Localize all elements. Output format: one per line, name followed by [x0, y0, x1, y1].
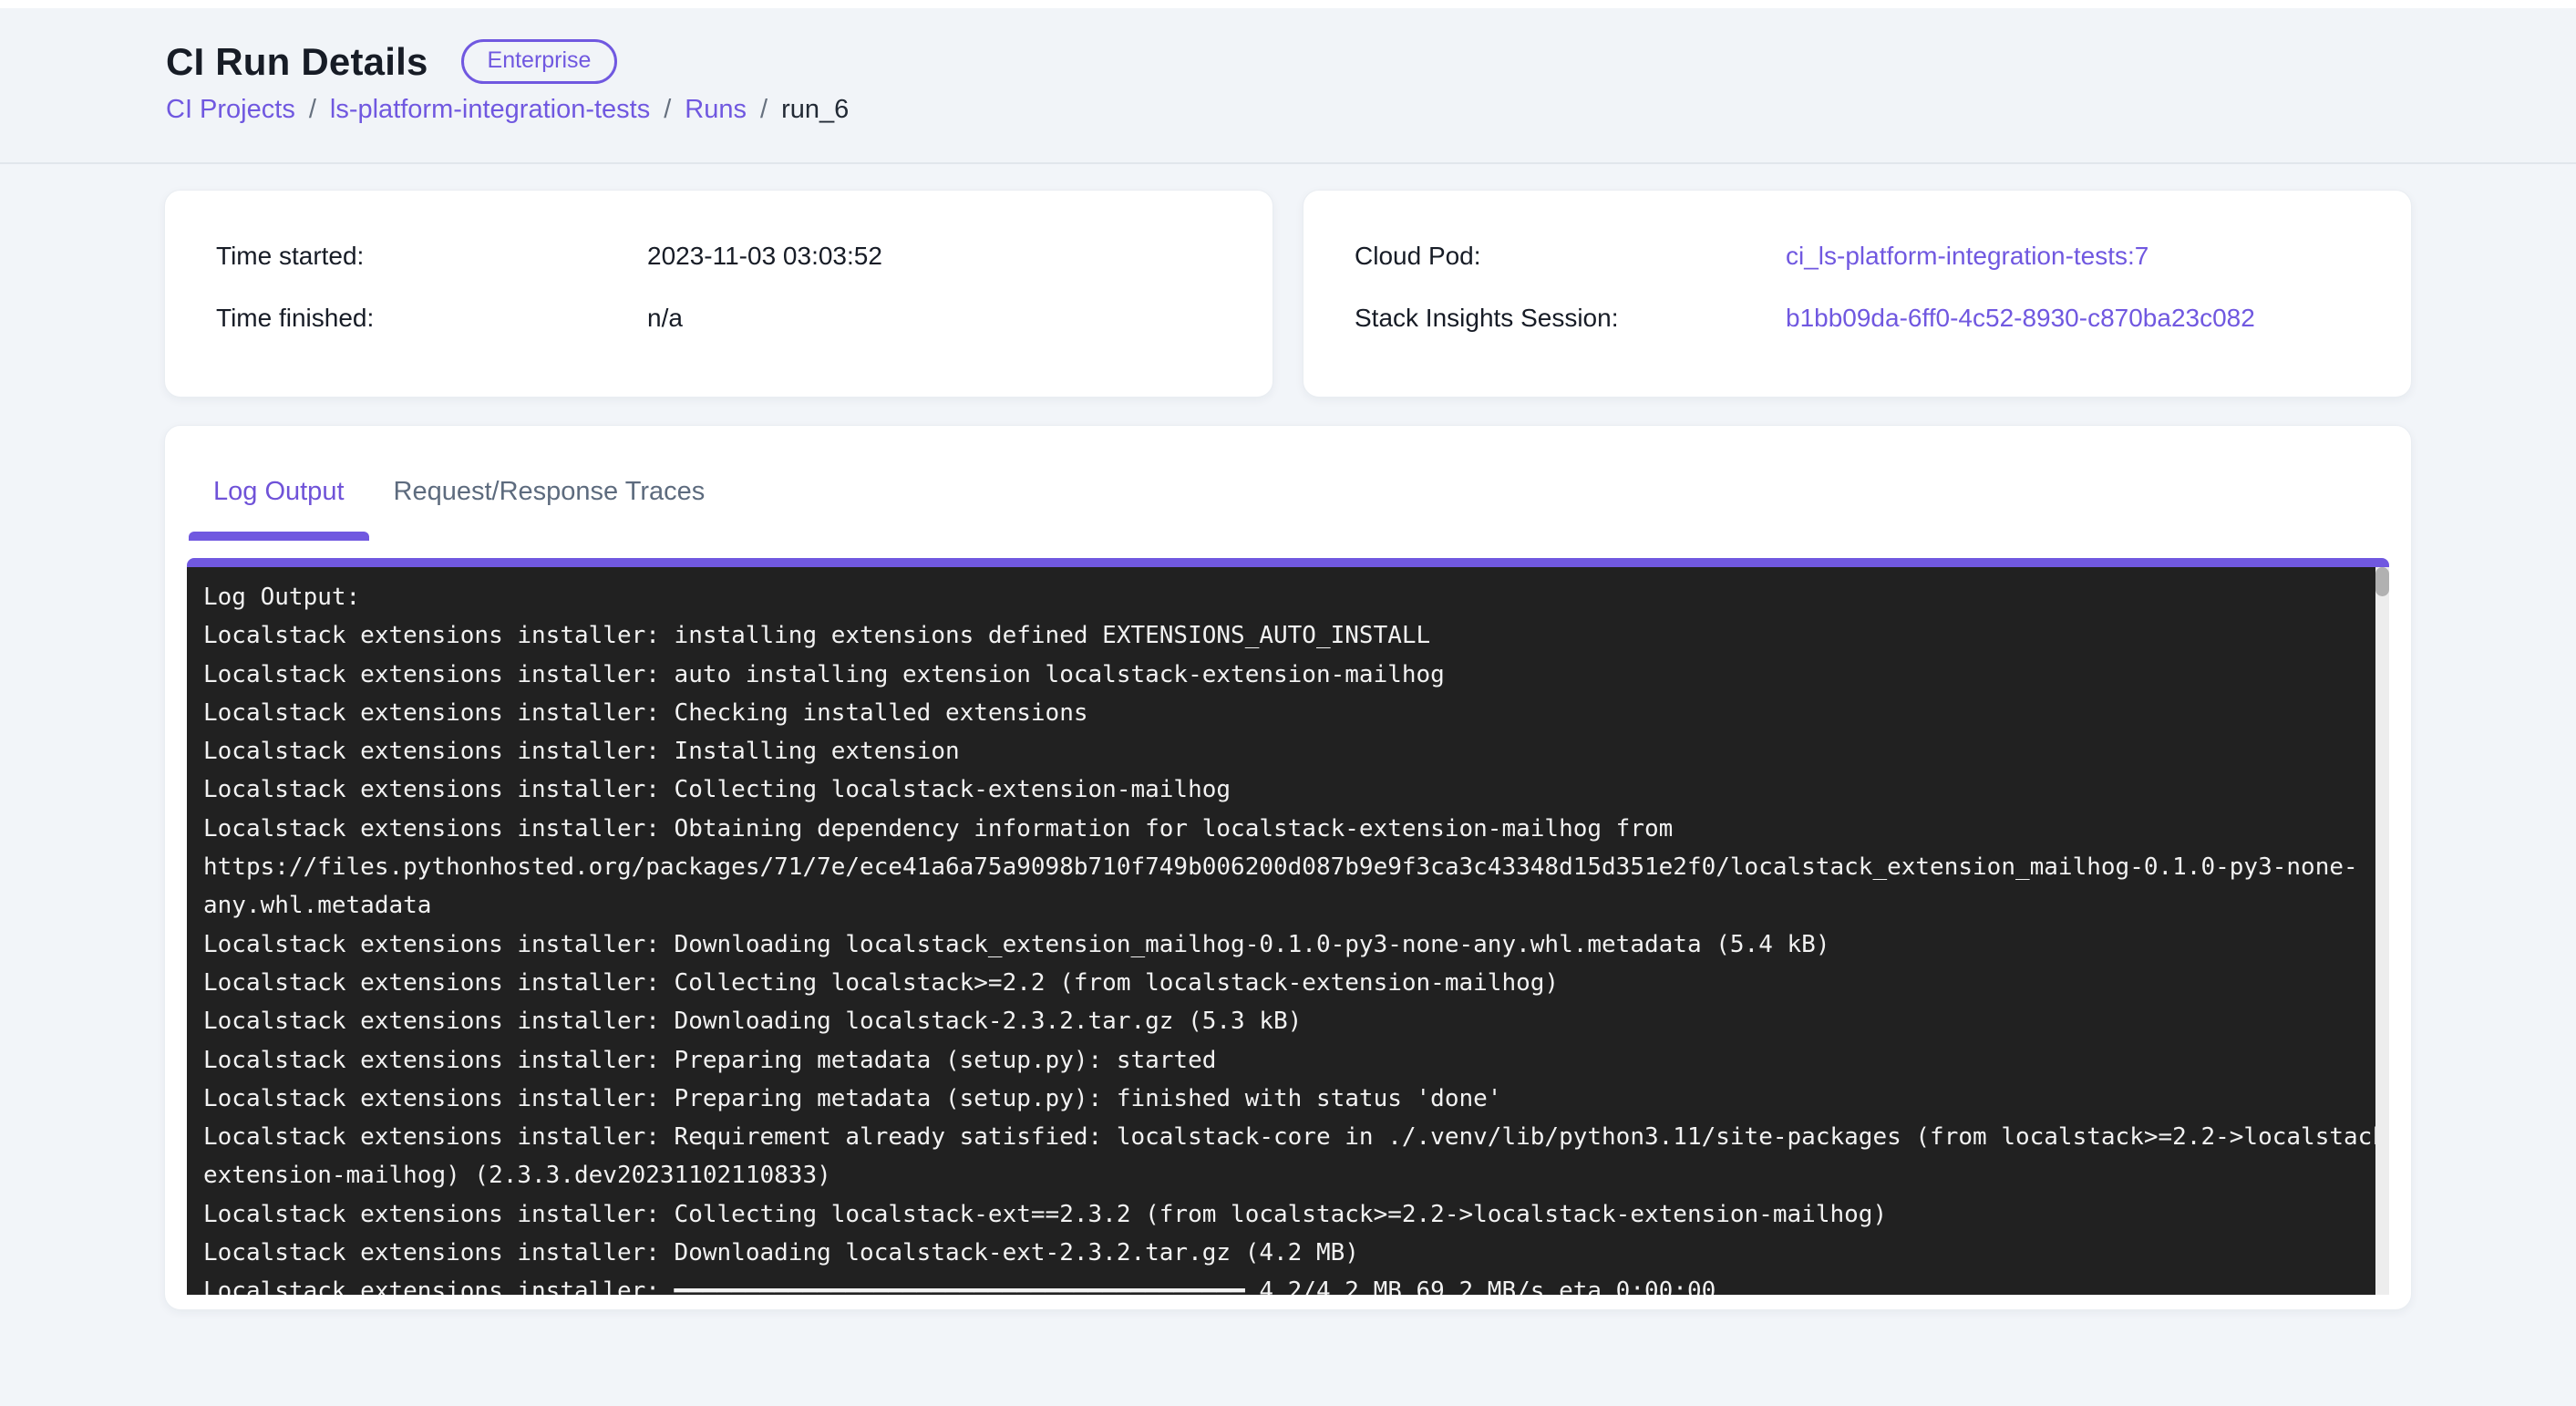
stack-insights-link[interactable]: b1bb09da-6ff0-4c52-8930-c870ba23c082: [1786, 300, 2255, 336]
log-line: Localstack extensions installer: Collect…: [203, 1195, 2359, 1234]
time-started-label: Time started:: [216, 238, 647, 274]
log-scrollbar-thumb[interactable]: [2375, 567, 2389, 596]
log-line: Localstack extensions installer: Prepari…: [203, 1041, 2359, 1080]
log-line: Localstack extensions installer: Downloa…: [203, 1002, 2359, 1040]
log-card: Log Output Request/Response Traces Log O…: [164, 425, 2412, 1310]
tab-log-output-label: Log Output: [213, 477, 345, 507]
tab-traces-label: Request/Response Traces: [394, 477, 706, 507]
breadcrumb: CI Projects / ls-platform-integration-te…: [166, 93, 2412, 126]
breadcrumb-separator: /: [309, 93, 316, 126]
cloud-pod-label: Cloud Pod:: [1355, 238, 1786, 274]
title-row: CI Run Details Enterprise: [166, 39, 2412, 84]
log-line: Localstack extensions installer: Collect…: [203, 964, 2359, 1002]
log-line: extension-mailhog) (2.3.3.dev20231102110…: [203, 1156, 2359, 1194]
page-title: CI Run Details: [166, 40, 428, 84]
time-started-value: 2023-11-03 03:03:52: [647, 238, 882, 274]
log-line: Localstack extensions installer: Downloa…: [203, 1234, 2359, 1272]
log-line: Localstack extensions installer: Require…: [203, 1118, 2359, 1156]
tab-log-output[interactable]: Log Output: [189, 442, 369, 541]
page-header: CI Run Details Enterprise CI Projects / …: [0, 8, 2576, 164]
cloud-pod-row: Cloud Pod: ci_ls-platform-integration-te…: [1355, 238, 2360, 274]
log-line: https://files.pythonhosted.org/packages/…: [203, 848, 2359, 886]
active-tab-indicator: [189, 532, 369, 541]
log-output[interactable]: Log Output:Localstack extensions install…: [187, 567, 2375, 1295]
log-line: Localstack extensions installer: Obtaini…: [203, 810, 2359, 848]
log-line: Localstack extensions installer: Collect…: [203, 770, 2359, 809]
time-started-row: Time started: 2023-11-03 03:03:52: [216, 238, 1221, 274]
breadcrumb-link-runs[interactable]: Runs: [685, 93, 747, 126]
breadcrumb-current-run: run_6: [781, 93, 849, 126]
breadcrumb-link-ci-projects[interactable]: CI Projects: [166, 93, 295, 126]
terminal-top-bar: [187, 558, 2389, 567]
info-cards-row: Time started: 2023-11-03 03:03:52 Time f…: [164, 190, 2412, 398]
log-line: Log Output:: [203, 578, 2359, 616]
log-line: Localstack extensions installer: ━━━━━━━…: [203, 1272, 2359, 1295]
log-line: Localstack extensions installer: install…: [203, 616, 2359, 655]
time-finished-value: n/a: [647, 300, 683, 336]
log-line: Localstack extensions installer: Prepari…: [203, 1080, 2359, 1118]
session-card: Cloud Pod: ci_ls-platform-integration-te…: [1303, 190, 2412, 398]
log-line: Localstack extensions installer: auto in…: [203, 656, 2359, 694]
run-times-card: Time started: 2023-11-03 03:03:52 Time f…: [164, 190, 1273, 398]
enterprise-badge: Enterprise: [461, 39, 618, 84]
main-content: Time started: 2023-11-03 03:03:52 Time f…: [0, 190, 2576, 1310]
log-line: any.whl.metadata: [203, 886, 2359, 925]
log-line: Localstack extensions installer: Install…: [203, 732, 2359, 770]
top-strip: [0, 0, 2576, 8]
breadcrumb-separator: /: [664, 93, 671, 126]
stack-insights-row: Stack Insights Session: b1bb09da-6ff0-4c…: [1355, 300, 2360, 336]
time-finished-row: Time finished: n/a: [216, 300, 1221, 336]
log-line: Localstack extensions installer: Checkin…: [203, 694, 2359, 732]
breadcrumb-separator: /: [760, 93, 768, 126]
time-finished-label: Time finished:: [216, 300, 647, 336]
log-line: Localstack extensions installer: Downloa…: [203, 925, 2359, 964]
terminal-row: Log Output:Localstack extensions install…: [187, 567, 2389, 1295]
breadcrumb-link-project[interactable]: ls-platform-integration-tests: [330, 93, 650, 126]
cloud-pod-link[interactable]: ci_ls-platform-integration-tests:7: [1786, 238, 2148, 274]
stack-insights-label: Stack Insights Session:: [1355, 300, 1786, 336]
tab-bar: Log Output Request/Response Traces: [165, 426, 2411, 541]
log-scrollbar-track[interactable]: [2375, 567, 2389, 1295]
tab-request-response-traces[interactable]: Request/Response Traces: [369, 442, 730, 541]
log-terminal: Log Output:Localstack extensions install…: [187, 558, 2389, 1295]
